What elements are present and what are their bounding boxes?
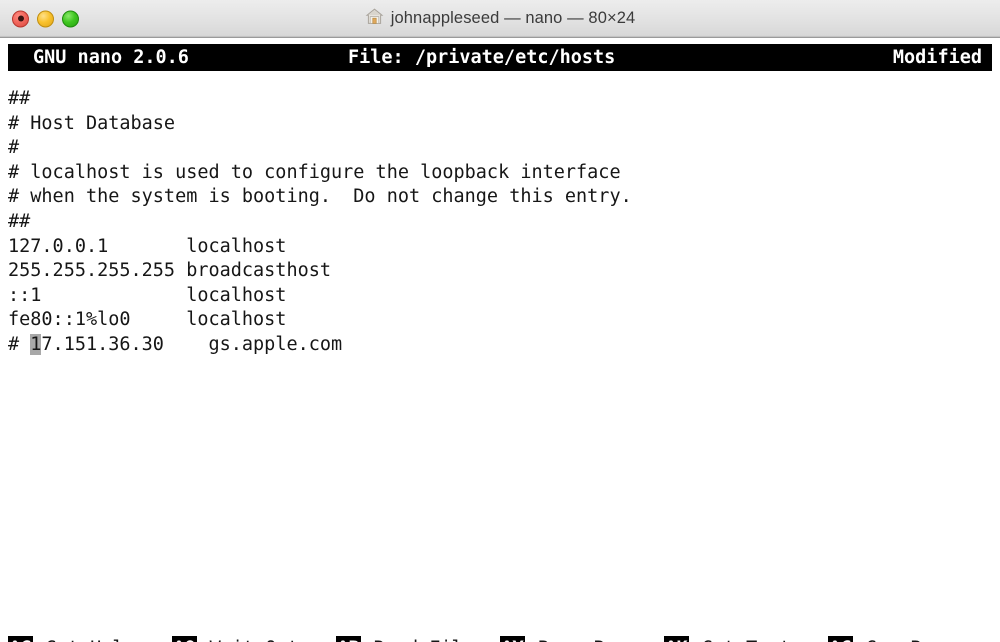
shortcut-key: ^G bbox=[8, 636, 33, 642]
editor-line-text: ## bbox=[8, 88, 30, 109]
editor-line-text: fe80::1%lo0 localhost bbox=[8, 309, 286, 330]
shortcut-key: ^R bbox=[336, 636, 361, 642]
editor-line-text: # Host Database bbox=[8, 113, 175, 134]
editor-line-text: 127.0.0.1 localhost bbox=[8, 236, 286, 257]
nano-file-path-label: File: /private/etc/hosts bbox=[348, 45, 615, 70]
shortcut-key: ^Y bbox=[500, 636, 525, 642]
text-cursor: 1 bbox=[30, 334, 41, 355]
editor-line-text: ::1 localhost bbox=[8, 285, 286, 306]
editor-line[interactable]: fe80::1%lo0 localhost bbox=[8, 308, 992, 333]
window-title-group: johnappleseed — nano — 80×24 bbox=[365, 7, 636, 30]
terminal-content[interactable]: GNU nano 2.0.6 File: /private/etc/hosts … bbox=[0, 38, 1000, 642]
nano-modified-badge: Modified bbox=[893, 45, 982, 70]
editor-line-text: # when the system is booting. Do not cha… bbox=[8, 186, 632, 207]
shortcut-ctrl-y[interactable]: ^YPrev Page bbox=[500, 635, 638, 642]
close-button[interactable] bbox=[12, 10, 29, 27]
editor-line[interactable]: # bbox=[8, 136, 992, 161]
editor-line[interactable]: 127.0.0.1 localhost bbox=[8, 235, 992, 260]
editor-line-text: # localhost is used to configure the loo… bbox=[8, 162, 621, 183]
shortcut-ctrl-g[interactable]: ^GGet Help bbox=[8, 635, 135, 642]
window-title: johnappleseed — nano — 80×24 bbox=[391, 9, 636, 28]
nano-status-bar: GNU nano 2.0.6 File: /private/etc/hosts … bbox=[8, 44, 992, 71]
editor-line[interactable]: # when the system is booting. Do not cha… bbox=[8, 185, 992, 210]
shortcut-label: WriteOut bbox=[197, 636, 299, 642]
editor-line[interactable]: 255.255.255.255 broadcasthost bbox=[8, 259, 992, 284]
shortcut-ctrl-c[interactable]: ^CCur Pos bbox=[828, 635, 944, 642]
editor-line-text: ## bbox=[8, 211, 30, 232]
nano-edit-buffer[interactable]: ## # Host Database # # localhost is used to… bbox=[8, 87, 992, 565]
terminal-window: johnappleseed — nano — 80×24 GNU nano 2.… bbox=[0, 0, 1000, 642]
shortcut-ctrl-o[interactable]: ^OWriteOut bbox=[172, 635, 299, 642]
editor-line[interactable]: # Host Database bbox=[8, 112, 992, 137]
editor-line[interactable]: # 17.151.36.30 gs.apple.com bbox=[8, 333, 992, 358]
home-folder-icon bbox=[365, 7, 384, 30]
editor-line-text: 255.255.255.255 broadcasthost bbox=[8, 260, 331, 281]
editor-line-text: 7.151.36.30 gs.apple.com bbox=[41, 334, 342, 355]
window-titlebar[interactable]: johnappleseed — nano — 80×24 bbox=[0, 0, 1000, 38]
traffic-light-group bbox=[12, 10, 79, 27]
shortcut-label: Get Help bbox=[33, 636, 135, 642]
shortcut-label: Read File bbox=[361, 636, 474, 642]
shortcut-ctrl-k[interactable]: ^KCut Text bbox=[664, 635, 791, 642]
zoom-button[interactable] bbox=[62, 10, 79, 27]
editor-line[interactable]: ## bbox=[8, 210, 992, 235]
shortcut-row-primary: ^GGet Help ^OWriteOut ^RRead File ^YPrev Pa… bbox=[8, 635, 992, 642]
shortcut-key: ^C bbox=[828, 636, 853, 642]
shortcut-label: Prev Page bbox=[525, 636, 638, 642]
shortcut-key: ^O bbox=[172, 636, 197, 642]
shortcut-key: ^K bbox=[664, 636, 689, 642]
shortcut-label: Cut Text bbox=[689, 636, 791, 642]
editor-line[interactable]: # localhost is used to configure the loo… bbox=[8, 161, 992, 186]
nano-shortcut-bar: ^GGet Help^OWriteOut^RRead File^YPrev Pa… bbox=[8, 586, 992, 638]
minimize-button[interactable] bbox=[37, 10, 54, 27]
editor-line-text: # bbox=[8, 137, 19, 158]
shortcut-label: Cur Pos bbox=[853, 636, 944, 642]
editor-line-text: # bbox=[8, 334, 30, 355]
editor-line[interactable]: ## bbox=[8, 87, 992, 112]
nano-version-label: GNU nano 2.0.6 bbox=[33, 45, 189, 70]
editor-line[interactable]: ::1 localhost bbox=[8, 284, 992, 309]
shortcut-ctrl-r[interactable]: ^RRead File bbox=[336, 635, 474, 642]
